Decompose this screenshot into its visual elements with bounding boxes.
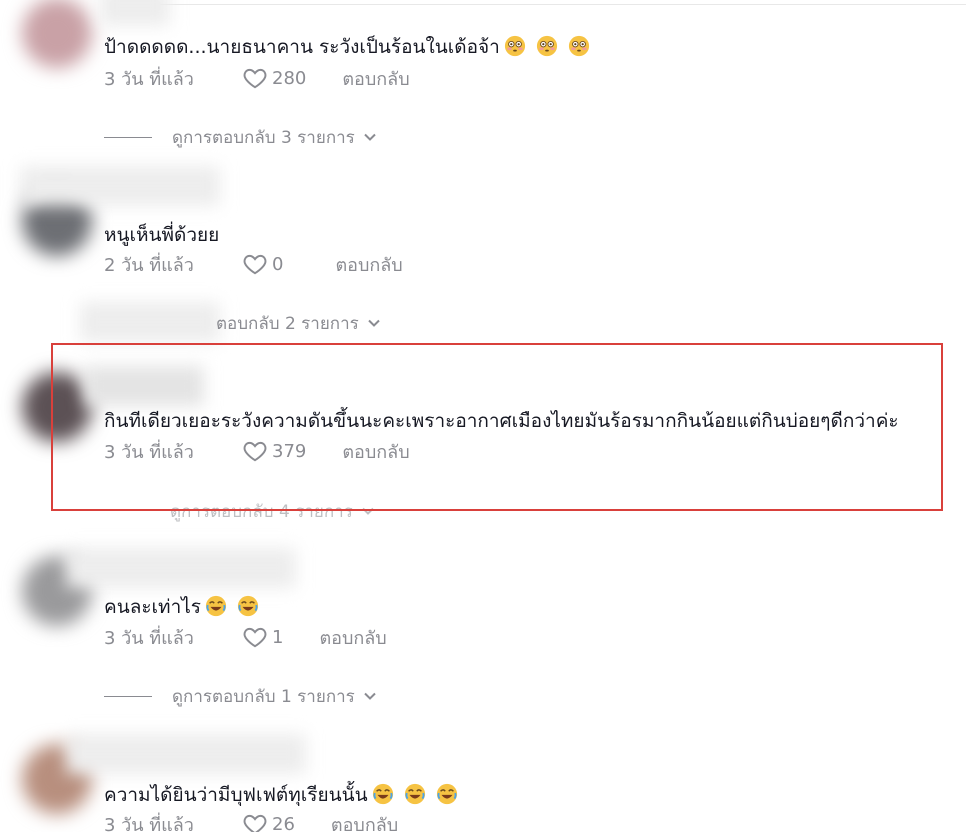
view-replies-label: ดูการตอบกลับ 3 รายการ <box>172 127 355 148</box>
flushed-emoji <box>504 35 525 57</box>
comment-time: 3 วัน ที่แล้ว <box>104 627 194 649</box>
flushed-emoji <box>568 35 589 57</box>
username-blurred[interactable] <box>20 166 220 206</box>
chevron-down-icon <box>368 319 380 327</box>
laughing-emoji <box>404 783 425 805</box>
flushed-emoji <box>536 35 557 57</box>
comment-time: 2 วัน ที่แล้ว <box>104 254 194 276</box>
comment-text-content: คนละเท่าไร <box>104 596 201 618</box>
reply-button[interactable]: ตอบกลับ <box>319 623 386 652</box>
comment-meta: 2 วัน ที่แล้ว 0 ตอบกลับ <box>104 250 403 278</box>
like-button[interactable]: 0 <box>242 251 283 277</box>
like-button[interactable]: 1 <box>242 624 283 650</box>
view-replies-button[interactable]: ดูการตอบกลับ 1 รายการ <box>104 683 377 709</box>
comment-time: 3 วัน ที่แล้ว <box>104 68 194 90</box>
like-button[interactable]: 26 <box>242 811 295 832</box>
comment-text: ความได้ยินว่ามีบุฟเฟต์ทุเรียนนั้น <box>104 782 458 808</box>
divider <box>160 4 966 5</box>
view-replies-button[interactable]: ดูการตอบกลับ 3 รายการ <box>104 124 377 150</box>
divider <box>104 136 152 138</box>
view-replies-button[interactable]: ตอบกลับ 2 รายการ <box>216 310 381 336</box>
heart-icon[interactable] <box>242 624 268 650</box>
view-replies-label: ดูการตอบกลับ 1 รายการ <box>172 686 355 707</box>
reply-button[interactable]: ตอบกลับ <box>342 64 409 93</box>
like-button[interactable]: 280 <box>242 65 306 91</box>
username-blurred[interactable] <box>66 734 306 774</box>
comment-text-content: ป้าดดดดด...นายธนาคาน ระวังเป็นร้อนในเด้อ… <box>104 36 500 58</box>
laughing-emoji <box>205 595 227 617</box>
comment-text: หนูเห็นพี่ด้วยย <box>104 222 219 248</box>
heart-icon[interactable] <box>242 65 268 91</box>
username-blurred[interactable] <box>66 548 296 588</box>
reply-button[interactable]: ตอบกลับ <box>331 810 398 832</box>
chevron-down-icon <box>364 692 376 700</box>
heart-icon[interactable] <box>242 251 268 277</box>
username-blurred[interactable] <box>100 0 170 26</box>
like-count: 0 <box>272 253 284 275</box>
laughing-emoji <box>436 783 457 805</box>
comment-text-content: หนูเห็นพี่ด้วยย <box>104 224 220 246</box>
like-count: 26 <box>272 813 295 832</box>
laughing-emoji <box>237 595 259 617</box>
divider <box>104 695 152 697</box>
comment-text-content: ความได้ยินว่ามีบุฟเฟต์ทุเรียนนั้น <box>104 784 368 806</box>
comment-text: ป้าดดดดด...นายธนาคาน ระวังเป็นร้อนในเด้อ… <box>104 34 590 60</box>
blurred-region <box>80 302 220 342</box>
chevron-down-icon <box>364 133 376 141</box>
heart-icon[interactable] <box>242 811 268 832</box>
comment-text: คนละเท่าไร <box>104 594 259 620</box>
laughing-emoji <box>372 783 393 805</box>
view-replies-label: ตอบกลับ 2 รายการ <box>216 313 359 334</box>
comment-meta: 3 วัน ที่แล้ว 26 ตอบกลับ <box>104 810 398 832</box>
comment-section: ป้าดดดดด...นายธนาคาน ระวังเป็นร้อนในเด้อ… <box>0 0 966 832</box>
avatar[interactable] <box>22 0 92 68</box>
like-count: 280 <box>272 67 307 89</box>
comment-meta: 3 วัน ที่แล้ว 1 ตอบกลับ <box>104 623 387 651</box>
comment-time: 3 วัน ที่แล้ว <box>104 814 194 832</box>
reply-button[interactable]: ตอบกลับ <box>335 250 402 279</box>
comment-meta: 3 วัน ที่แล้ว 280 ตอบกลับ <box>104 64 410 92</box>
highlight-annotation-box <box>51 343 943 511</box>
like-count: 1 <box>272 626 284 648</box>
